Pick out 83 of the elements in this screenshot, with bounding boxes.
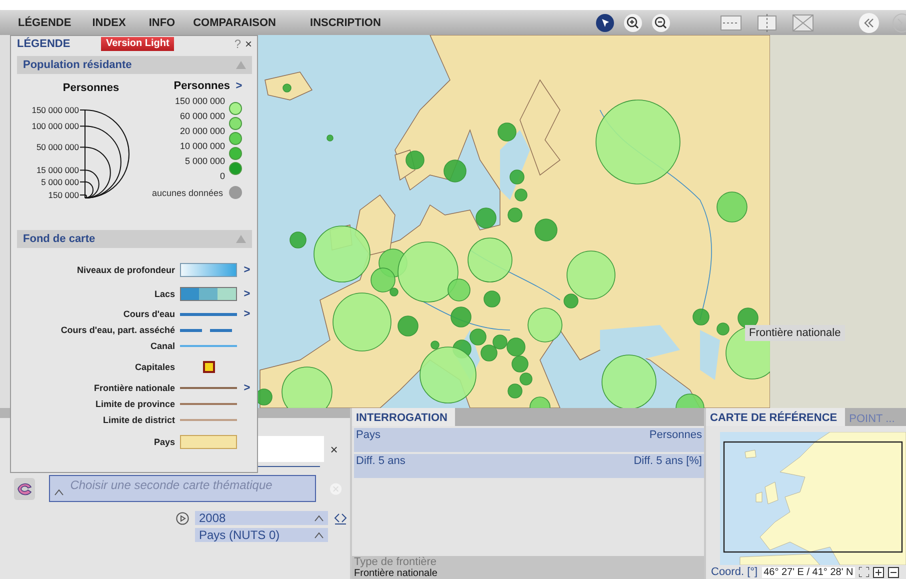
size-legend-heading: Personnes [62, 82, 120, 94]
country-fill-swatch [180, 435, 237, 449]
tool-button[interactable] [594, 12, 616, 32]
size-legend-value: 15 000 000 [36, 165, 79, 176]
version-badge: Version Light [101, 37, 174, 51]
class-limit: 20 000 000 [180, 125, 225, 138]
plus-icon [873, 566, 884, 578]
reference-map-drawing[interactable] [720, 432, 906, 565]
pointer-icon [596, 14, 614, 32]
footer-label: Type de frontière [354, 556, 438, 568]
basemap-label: Niveaux de profondeur [76, 265, 175, 275]
size-legend-value: 150 000 [48, 190, 79, 200]
interrogation-tab[interactable]: INTERROGATION [352, 408, 456, 426]
size-legend-value: 5 000 000 [41, 176, 79, 187]
zoom-out-icon [652, 14, 670, 32]
map-tooltip: Frontière nationale [745, 325, 845, 341]
query-label: Diff. 5 ans [356, 455, 406, 469]
swap-icon [334, 512, 347, 524]
menu-item[interactable]: LÉGENDE [18, 16, 72, 28]
fullscreen-button[interactable] [859, 567, 870, 577]
basemap-label: Pays [154, 437, 175, 447]
collapse-icon [236, 61, 246, 69]
menu-item[interactable]: COMPARAISON [193, 16, 276, 28]
class-limit: 60 000 000 [180, 110, 225, 123]
collapse-button[interactable] [858, 12, 880, 32]
query-unit: Diff. 5 ans [%] [634, 455, 702, 469]
basemap-label: Limite de province [95, 399, 175, 409]
zoom-out-button[interactable] [888, 566, 900, 578]
basemap-label: Cours d'eau [123, 309, 175, 319]
basemap-label: Canal [150, 341, 175, 351]
class-limit: 5 000 000 [184, 155, 225, 168]
menu-item[interactable]: INSCRIPTION [310, 16, 381, 28]
capital-square-swatch [202, 361, 214, 373]
tool-button[interactable] [650, 12, 672, 32]
footer-value: Frontière nationale [354, 568, 438, 579]
collapse-icon [236, 235, 246, 243]
expand-chevron[interactable]: > [242, 308, 252, 320]
class-limit: 10 000 000 [180, 140, 225, 153]
basemap-label: Capitales [134, 362, 175, 372]
size-legend-value: 100 000 000 [32, 121, 79, 132]
coord-label: Coord. [°] [711, 566, 758, 578]
expand-chevron[interactable]: > [242, 288, 252, 300]
basemap-label: Lacs [154, 289, 175, 299]
split-vertical-icon [757, 14, 777, 32]
basemap-label: Cours d'eau, part. asséché [60, 325, 175, 335]
basemap-label: Frontière nationale [94, 383, 175, 393]
expand-chevron[interactable]: > [242, 382, 252, 394]
zoom-in-button[interactable] [873, 566, 884, 578]
section-header[interactable]: Population résidante [17, 56, 252, 74]
basemap-label: Limite de district [102, 415, 175, 425]
panel-tab[interactable]: CARTE DE RÉFÉRENCE [706, 408, 846, 426]
class-limit: 150 000 000 [174, 95, 225, 108]
play-icon [176, 512, 189, 524]
close-button[interactable]: × [243, 37, 254, 51]
class-limit: 0 [220, 170, 225, 183]
double-chevron-left-icon [859, 12, 879, 32]
query-label: Pays [356, 429, 380, 443]
lakes-swatch [180, 287, 237, 301]
clear-button[interactable]: × [328, 442, 340, 456]
theme-map-icon [14, 478, 36, 500]
double-chevron-right-icon [892, 12, 906, 32]
expand-chevron[interactable]: > [242, 264, 252, 276]
coord-value: 46° 27' E / 41° 28' N [762, 566, 856, 578]
level-dropdown[interactable]: Pays (NUTS 0) [195, 528, 328, 542]
zoom-in-icon [624, 14, 642, 32]
color-legend-heading: Personnes [174, 80, 230, 92]
fullscreen-icon [859, 567, 870, 577]
tool-button[interactable] [622, 12, 644, 32]
year-dropdown[interactable]: 2008 [195, 511, 328, 525]
caret-icon [54, 488, 64, 496]
crossed-box-icon [792, 14, 814, 32]
no-data-label: aucunes données [152, 188, 223, 198]
size-legend-value: 50 000 000 [36, 142, 79, 152]
section-header[interactable]: Fond de carte [17, 230, 252, 248]
menu-item[interactable]: INDEX [92, 16, 126, 28]
legend-title: LÉGENDE [17, 38, 72, 50]
minus-icon [888, 566, 900, 578]
depth-gradient-swatch [180, 263, 237, 277]
split-horizontal-icon [720, 14, 742, 30]
expand-chevron[interactable]: > [234, 80, 244, 92]
size-legend-value: 150 000 000 [32, 105, 79, 115]
menu-item[interactable]: INFO [148, 16, 176, 28]
query-unit: Personnes [649, 429, 702, 443]
